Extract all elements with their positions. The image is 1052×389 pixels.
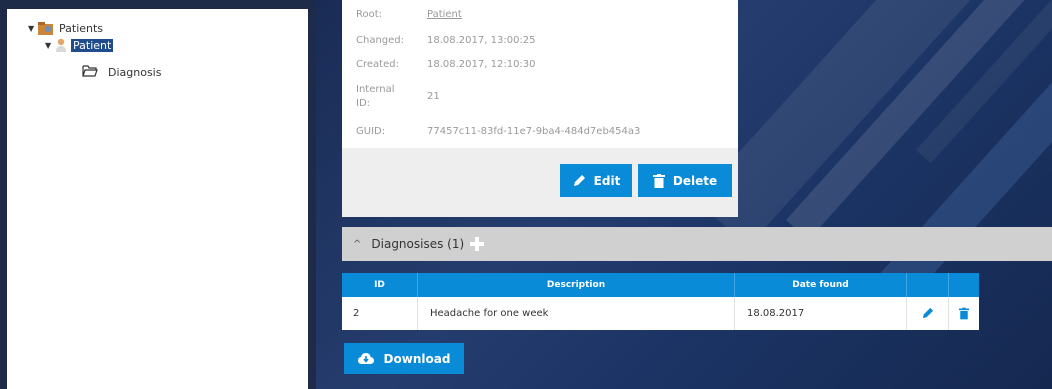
tree-node-diagnosis[interactable]: Diagnosis (82, 65, 161, 80)
internal-id-value: 21 (427, 91, 440, 102)
expand-triangle-icon[interactable]: ▼ (28, 24, 38, 33)
trash-icon (959, 307, 969, 320)
person-icon (55, 38, 67, 52)
delete-label: Delete (672, 173, 718, 188)
tree-node-patient[interactable]: ▼ Patient (45, 38, 114, 52)
tree-label-patients: Patients (59, 22, 104, 35)
cell-description: Headache for one week (418, 297, 735, 330)
pencil-icon (573, 174, 585, 186)
open-folder-icon (82, 65, 98, 80)
tree-label-diagnosis: Diagnosis (108, 66, 162, 79)
changed-value: 18.08.2017, 13:00:25 (427, 35, 536, 46)
root-label: Root: (356, 9, 383, 20)
column-header-edit (907, 273, 949, 297)
tree-label-patient: Patient (71, 38, 114, 52)
edit-label: Edit (593, 173, 621, 188)
tree-node-patients[interactable]: ▼ Patients (28, 22, 103, 35)
diagnosises-table: ID Description Date found 2 Headache for… (342, 273, 979, 330)
created-label: Created: (356, 59, 399, 70)
cloud-download-icon (357, 352, 374, 364)
row-edit-button[interactable] (907, 297, 949, 330)
download-button[interactable]: Download (344, 343, 464, 374)
trash-icon (652, 173, 665, 188)
patient-detail-card: Root: Patient Changed: 18.08.2017, 13:00… (342, 0, 738, 217)
row-delete-button[interactable] (949, 297, 979, 330)
guid-value: 77457c11-83fd-11e7-9ba4-484d7eb454a3 (427, 126, 641, 137)
cell-date-found: 18.08.2017 (735, 297, 907, 330)
chevron-up-icon[interactable]: ^ (353, 239, 361, 250)
detail-footer: Edit Delete (342, 148, 738, 217)
column-header-id[interactable]: ID (342, 273, 418, 297)
created-value: 18.08.2017, 12:10:30 (427, 59, 536, 70)
tree-panel: ▼ Patients ▼ Patient Diagnosis (7, 9, 308, 389)
edit-button[interactable]: Edit (560, 164, 632, 197)
folder-icon (38, 22, 54, 35)
diagnosises-section-header[interactable]: ^ Diagnosises (1) (342, 227, 1052, 261)
expand-triangle-icon[interactable]: ▼ (45, 41, 55, 50)
cell-id: 2 (342, 297, 418, 330)
column-header-date-found[interactable]: Date found (735, 273, 907, 297)
table-header: ID Description Date found (342, 273, 979, 297)
download-label: Download (383, 351, 451, 366)
delete-button[interactable]: Delete (638, 164, 732, 197)
column-header-description[interactable]: Description (418, 273, 735, 297)
column-header-delete (949, 273, 979, 297)
diagnosises-title: Diagnosises (1) (371, 237, 465, 251)
changed-label: Changed: (356, 35, 405, 46)
guid-label: GUID: (356, 126, 386, 137)
root-value-link[interactable]: Patient (427, 8, 462, 22)
table-row[interactable]: 2 Headache for one week 18.08.2017 (342, 297, 979, 330)
internal-id-label: Internal ID: (356, 84, 395, 109)
pencil-icon (922, 307, 934, 319)
plus-icon[interactable] (470, 237, 485, 251)
